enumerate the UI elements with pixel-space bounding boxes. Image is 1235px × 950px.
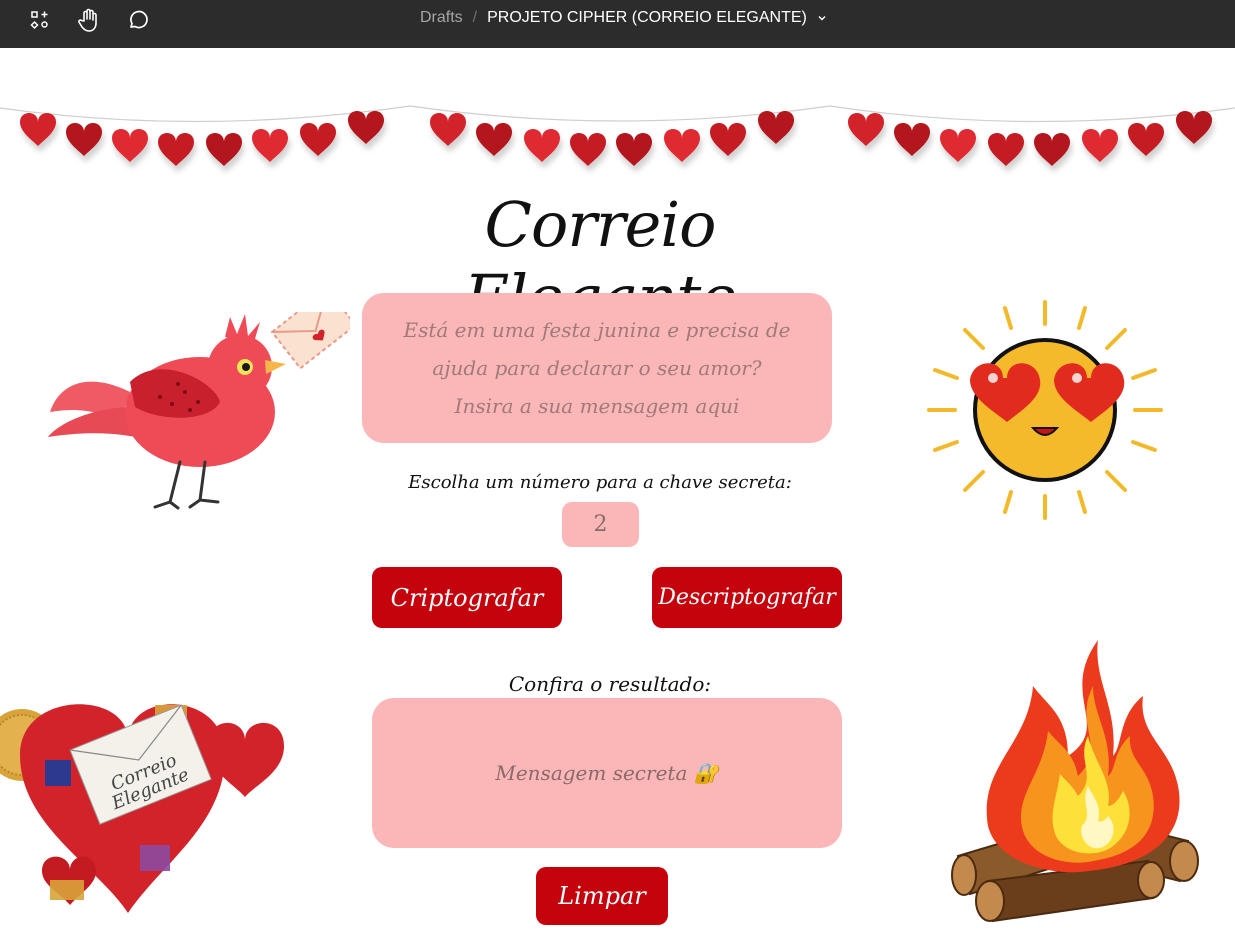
result-label: Confira o resultado: xyxy=(508,672,712,696)
result-output[interactable]: Mensagem secreta 🔐 xyxy=(372,698,842,848)
frame-tool-icon[interactable] xyxy=(26,6,54,34)
encrypt-button[interactable]: Criptografar xyxy=(372,567,562,628)
key-label: Escolha um número para a chave secreta: xyxy=(408,472,792,493)
breadcrumb-separator: / xyxy=(472,9,478,26)
heart-eyes-sun-illustration xyxy=(927,300,1163,520)
breadcrumb: Drafts / PROJETO CIPHER (CORREIO ELEGANT… xyxy=(420,8,829,28)
breadcrumb-drafts[interactable]: Drafts xyxy=(420,9,463,27)
hand-tool-icon[interactable] xyxy=(75,6,103,34)
message-input[interactable]: Está em uma festa junina e precisa de aj… xyxy=(362,293,832,443)
decrypt-button[interactable]: Descriptografar xyxy=(652,567,842,628)
bird-with-letter-illustration xyxy=(48,312,350,510)
clear-button[interactable]: Limpar xyxy=(536,867,668,925)
bonfire-illustration xyxy=(951,640,1199,923)
top-toolbar: Drafts / PROJETO CIPHER (CORREIO ELEGANT… xyxy=(0,0,1235,48)
chevron-down-icon[interactable] xyxy=(817,12,829,24)
comment-icon[interactable] xyxy=(124,6,152,34)
heart-garland xyxy=(0,105,1235,166)
message-placeholder: Está em uma festa junina e precisa de aj… xyxy=(403,318,791,418)
key-number-input[interactable]: 2 xyxy=(562,502,639,547)
project-title[interactable]: PROJETO CIPHER (CORREIO ELEGANTE) xyxy=(487,9,807,27)
result-placeholder: Mensagem secreta 🔐 xyxy=(495,761,719,785)
correio-elegante-heart-illustration: Correio Elegante xyxy=(0,704,285,913)
